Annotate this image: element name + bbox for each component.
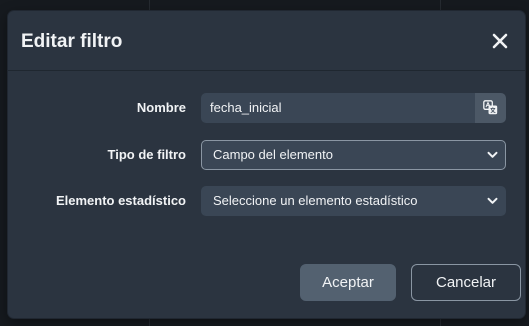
cancel-button[interactable]: Cancelar <box>411 264 521 301</box>
name-label: Nombre <box>136 100 186 115</box>
filter-type-select[interactable]: Campo del elemento <box>201 140 506 170</box>
name-input-group: fecha_inicial <box>201 93 506 123</box>
translate-button[interactable] <box>475 93 506 123</box>
name-row: Nombre fecha_inicial <box>8 93 525 123</box>
dialog-header: Editar filtro <box>8 11 525 71</box>
filter-type-label: Tipo de filtro <box>107 147 186 162</box>
statistic-element-row: Elemento estadístico Seleccione un eleme… <box>8 186 525 216</box>
accept-button[interactable]: Aceptar <box>300 264 396 301</box>
name-input[interactable]: fecha_inicial <box>201 93 475 123</box>
edit-filter-dialog: Editar filtro Nombre fecha_inicial Tipo … <box>8 11 525 318</box>
chevron-down-icon <box>487 197 498 204</box>
statistic-element-select[interactable]: Seleccione un elemento estadístico <box>201 186 506 216</box>
chevron-down-icon <box>487 151 498 158</box>
translate-icon <box>483 100 498 115</box>
close-icon <box>492 33 508 49</box>
statistic-element-label: Elemento estadístico <box>55 193 186 208</box>
dialog-footer: Aceptar Cancelar <box>8 246 525 318</box>
close-button[interactable] <box>491 32 509 50</box>
statistic-element-selected-value: Seleccione un elemento estadístico <box>213 193 418 208</box>
filter-type-selected-value: Campo del elemento <box>213 147 333 162</box>
filter-type-row: Tipo de filtro Campo del elemento <box>8 140 525 170</box>
dialog-title: Editar filtro <box>21 31 123 52</box>
